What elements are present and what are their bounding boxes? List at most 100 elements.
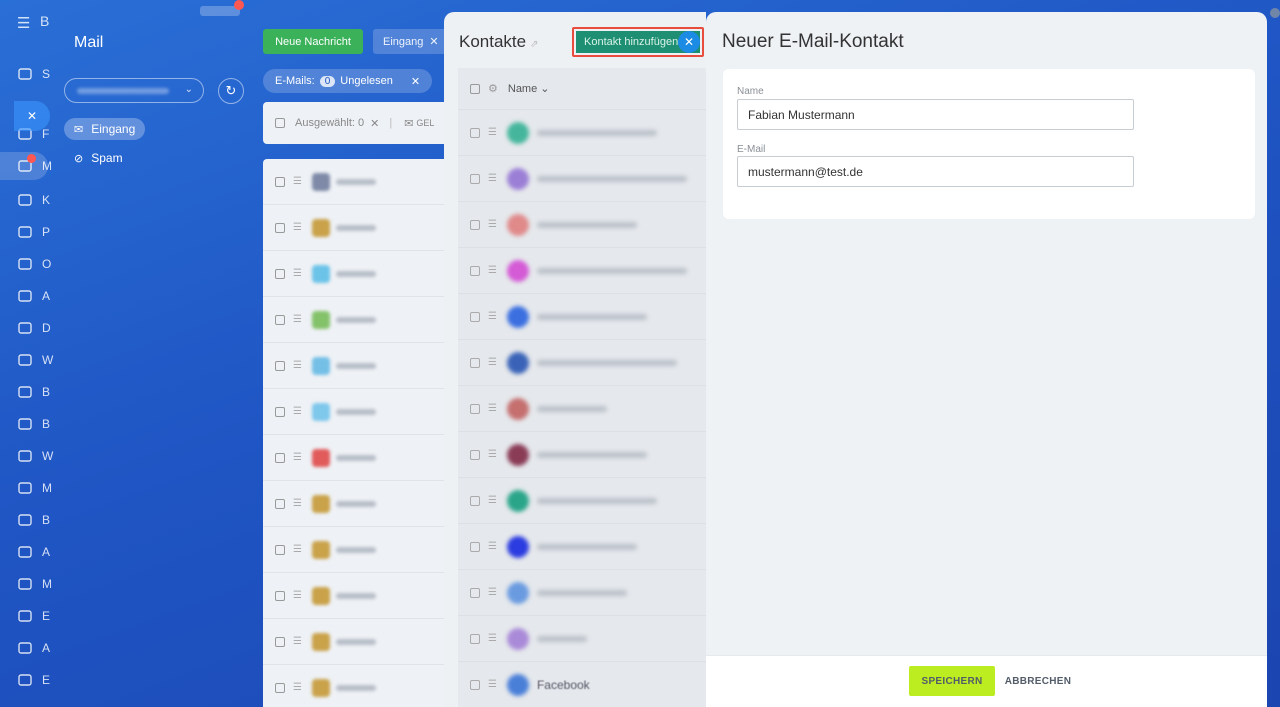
row-checkbox[interactable] xyxy=(275,268,285,279)
select-all-checkbox[interactable] xyxy=(470,83,480,94)
table-row[interactable]: ☰ xyxy=(458,386,706,432)
drag-handle-icon[interactable]: ☰ xyxy=(488,357,497,368)
row-checkbox[interactable] xyxy=(275,636,285,647)
row-checkbox[interactable] xyxy=(470,449,480,460)
drag-handle-icon[interactable]: ☰ xyxy=(488,265,497,276)
drag-handle-icon[interactable]: ☰ xyxy=(293,222,302,233)
save-button[interactable]: SPEICHERN xyxy=(909,666,995,696)
read-icon[interactable]: ✉ xyxy=(404,117,413,130)
drag-handle-icon[interactable]: ☰ xyxy=(488,127,497,138)
drag-handle-icon[interactable]: ☰ xyxy=(293,636,302,647)
drag-handle-icon[interactable]: ☰ xyxy=(293,360,302,371)
table-row[interactable]: ☰ Facebook xyxy=(458,662,706,707)
read-action-label[interactable]: GEL xyxy=(416,118,434,128)
table-row[interactable]: ☰ xyxy=(263,619,453,665)
table-row[interactable]: ☰ xyxy=(263,343,453,389)
row-checkbox[interactable] xyxy=(470,679,480,690)
row-checkbox[interactable] xyxy=(470,311,480,322)
name-field[interactable] xyxy=(737,99,1134,130)
folder-spam[interactable]: ⊘ Spam xyxy=(64,147,133,169)
row-checkbox[interactable] xyxy=(470,633,480,644)
close-icon[interactable]: ✕ xyxy=(14,101,50,131)
row-checkbox[interactable] xyxy=(470,265,480,276)
refresh-button[interactable]: ↻ xyxy=(218,78,244,104)
gear-icon[interactable]: ⚙ xyxy=(488,82,498,95)
table-row[interactable]: ☰ xyxy=(458,432,706,478)
drag-handle-icon[interactable]: ☰ xyxy=(488,633,497,644)
drag-handle-icon[interactable]: ☰ xyxy=(293,682,302,693)
link-icon[interactable]: ⇗ xyxy=(530,39,538,50)
drag-handle-icon[interactable]: ☰ xyxy=(293,176,302,187)
table-row[interactable]: ☰ xyxy=(458,570,706,616)
mailbox-select[interactable]: ⌄ xyxy=(64,78,204,103)
row-checkbox[interactable] xyxy=(275,544,285,555)
row-checkbox[interactable] xyxy=(275,222,285,233)
drag-handle-icon[interactable]: ☰ xyxy=(488,403,497,414)
drag-handle-icon[interactable]: ☰ xyxy=(293,314,302,325)
drag-handle-icon[interactable]: ☰ xyxy=(293,268,302,279)
row-checkbox[interactable] xyxy=(275,360,285,371)
drag-handle-icon[interactable]: ☰ xyxy=(488,587,497,598)
table-row[interactable]: ☰ xyxy=(263,665,453,707)
nav-item-messenger[interactable]: M xyxy=(0,152,52,180)
row-checkbox[interactable] xyxy=(275,452,285,463)
table-row[interactable]: ☰ xyxy=(458,478,706,524)
table-row[interactable]: ☰ xyxy=(263,527,453,573)
folder-filter-chip[interactable]: Eingang ✕ xyxy=(373,29,449,54)
menu-icon[interactable]: ☰ xyxy=(17,14,30,32)
row-checkbox[interactable] xyxy=(275,176,285,187)
row-checkbox[interactable] xyxy=(470,173,480,184)
drag-handle-icon[interactable]: ☰ xyxy=(293,406,302,417)
cancel-button[interactable]: ABBRECHEN xyxy=(1003,666,1073,696)
row-checkbox[interactable] xyxy=(470,403,480,414)
row-checkbox[interactable] xyxy=(470,587,480,598)
row-checkbox[interactable] xyxy=(275,682,285,693)
table-row[interactable]: ☰ xyxy=(458,156,706,202)
select-all-checkbox[interactable] xyxy=(275,118,285,128)
unread-label[interactable]: Ungelesen xyxy=(340,75,393,87)
table-row[interactable]: ☰ xyxy=(263,389,453,435)
drag-handle-icon[interactable]: ☰ xyxy=(488,173,497,184)
row-checkbox[interactable] xyxy=(275,498,285,509)
drag-handle-icon[interactable]: ☰ xyxy=(488,219,497,230)
row-checkbox[interactable] xyxy=(470,357,480,368)
drag-handle-icon[interactable]: ☰ xyxy=(293,544,302,555)
table-row[interactable]: ☰ xyxy=(263,297,453,343)
folder-inbox[interactable]: ✉ Eingang xyxy=(64,118,146,140)
drag-handle-icon[interactable]: ☰ xyxy=(488,679,497,690)
drag-handle-icon[interactable]: ☰ xyxy=(488,541,497,552)
drag-handle-icon[interactable]: ☰ xyxy=(488,311,497,322)
row-checkbox[interactable] xyxy=(470,541,480,552)
row-checkbox[interactable] xyxy=(470,219,480,230)
table-row[interactable]: ☰ xyxy=(458,294,706,340)
email-field[interactable] xyxy=(737,156,1134,187)
avatar[interactable] xyxy=(1270,8,1280,18)
close-slider-button[interactable]: ✕ xyxy=(678,31,700,53)
table-row[interactable]: ☰ xyxy=(263,481,453,527)
table-row[interactable]: ☰ xyxy=(263,435,453,481)
drag-handle-icon[interactable]: ☰ xyxy=(293,590,302,601)
table-row[interactable]: ☰ xyxy=(458,110,706,156)
table-row[interactable]: ☰ xyxy=(263,205,453,251)
close-icon[interactable]: ✕ xyxy=(429,35,438,48)
table-row[interactable]: ☰ xyxy=(263,159,453,205)
row-checkbox[interactable] xyxy=(470,495,480,506)
table-row[interactable]: ☰ xyxy=(458,616,706,662)
drag-handle-icon[interactable]: ☰ xyxy=(488,449,497,460)
row-checkbox[interactable] xyxy=(470,127,480,138)
drag-handle-icon[interactable]: ☰ xyxy=(488,495,497,506)
table-row[interactable]: ☰ xyxy=(263,573,453,619)
table-row[interactable]: ☰ xyxy=(458,524,706,570)
row-checkbox[interactable] xyxy=(275,590,285,601)
drag-handle-icon[interactable]: ☰ xyxy=(293,452,302,463)
name-column-header[interactable]: Name ⌄ xyxy=(508,82,550,95)
table-row[interactable]: ☰ xyxy=(458,340,706,386)
table-row[interactable]: ☰ xyxy=(458,248,706,294)
drag-handle-icon[interactable]: ☰ xyxy=(293,498,302,509)
table-row[interactable]: ☰ xyxy=(458,202,706,248)
close-icon[interactable]: ✕ xyxy=(370,117,379,130)
table-row[interactable]: ☰ xyxy=(263,251,453,297)
row-checkbox[interactable] xyxy=(275,406,285,417)
row-checkbox[interactable] xyxy=(275,314,285,325)
new-message-button[interactable]: Neue Nachricht xyxy=(263,29,363,54)
